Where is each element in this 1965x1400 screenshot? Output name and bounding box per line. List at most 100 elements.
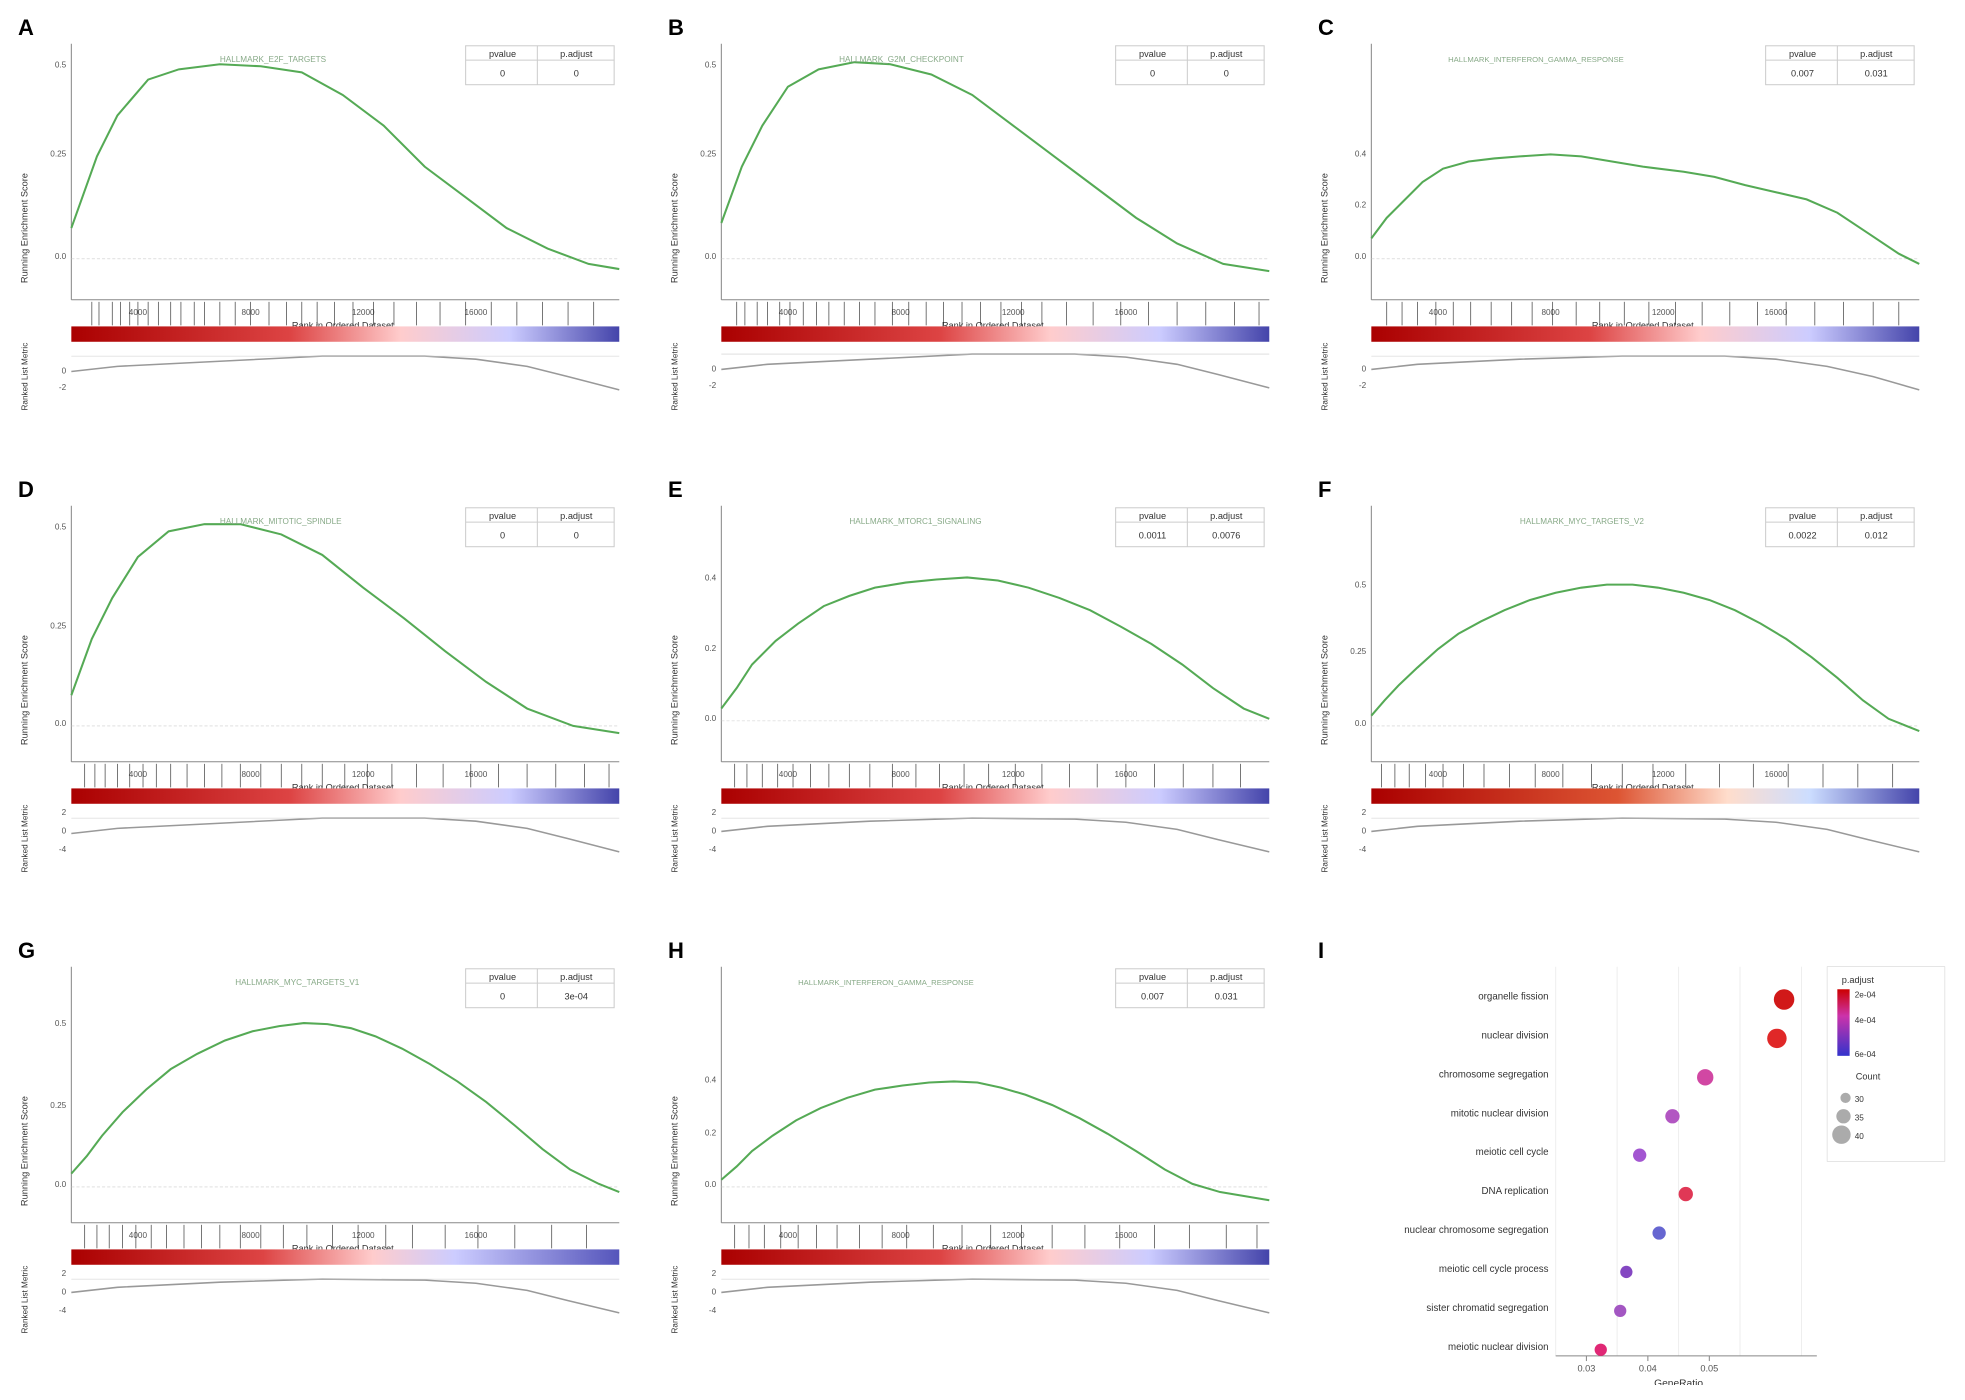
- panel-C: C Running Enrichment Score 4000 8000 120…: [1310, 10, 1955, 467]
- svg-text:0.0: 0.0: [705, 1180, 717, 1189]
- svg-text:Running Enrichment Score: Running Enrichment Score: [669, 635, 679, 745]
- svg-text:-4: -4: [59, 1306, 67, 1315]
- svg-text:Running Enrichment Score: Running Enrichment Score: [1319, 635, 1329, 745]
- svg-text:0: 0: [1362, 364, 1367, 373]
- svg-text:pvalue: pvalue: [1139, 49, 1166, 59]
- svg-text:0.007: 0.007: [1791, 69, 1814, 79]
- svg-text:p.adjust: p.adjust: [1210, 972, 1243, 982]
- panel-D: D Running Enrichment Score 4000 8000 120…: [10, 472, 655, 929]
- svg-text:p.adjust: p.adjust: [560, 972, 593, 982]
- svg-text:Running Enrichment Score: Running Enrichment Score: [669, 173, 679, 283]
- svg-text:2: 2: [712, 808, 717, 817]
- svg-text:0.0: 0.0: [55, 1180, 67, 1189]
- svg-text:0.2: 0.2: [1355, 201, 1367, 210]
- svg-text:4000: 4000: [1429, 308, 1448, 317]
- svg-text:Running Enrichment Score: Running Enrichment Score: [669, 1096, 679, 1206]
- svg-text:12000: 12000: [1002, 770, 1025, 779]
- panel-label-F: F: [1318, 477, 1331, 503]
- svg-text:0.0: 0.0: [705, 713, 717, 722]
- svg-text:6e-04: 6e-04: [1855, 1050, 1876, 1059]
- svg-text:Running Enrichment Score: Running Enrichment Score: [19, 635, 29, 745]
- svg-text:0: 0: [62, 367, 67, 376]
- svg-text:4e-04: 4e-04: [1855, 1016, 1876, 1025]
- svg-text:mitotic nuclear division: mitotic nuclear division: [1451, 1109, 1549, 1120]
- svg-text:40: 40: [1855, 1132, 1865, 1141]
- svg-text:pvalue: pvalue: [489, 972, 516, 982]
- svg-text:12000: 12000: [352, 770, 375, 779]
- svg-text:0: 0: [1150, 69, 1155, 79]
- svg-text:0.2: 0.2: [705, 644, 717, 653]
- svg-text:0: 0: [574, 530, 579, 540]
- svg-text:0.031: 0.031: [1865, 69, 1888, 79]
- svg-text:0.0: 0.0: [1355, 252, 1367, 261]
- svg-text:p.adjust: p.adjust: [560, 511, 593, 521]
- svg-text:0.25: 0.25: [50, 621, 66, 630]
- svg-text:-2: -2: [709, 381, 717, 390]
- svg-text:2: 2: [712, 1269, 717, 1278]
- svg-text:HALLMARK_MITOTIC_SPINDLE: HALLMARK_MITOTIC_SPINDLE: [220, 517, 342, 526]
- svg-text:pvalue: pvalue: [489, 511, 516, 521]
- svg-text:Running Enrichment Score: Running Enrichment Score: [19, 1096, 29, 1206]
- svg-text:8000: 8000: [891, 308, 910, 317]
- svg-text:-2: -2: [59, 383, 67, 392]
- svg-text:12000: 12000: [352, 1231, 375, 1240]
- panel-G: G Running Enrichment Score 4000 8000 120…: [10, 933, 655, 1390]
- svg-text:0.4: 0.4: [705, 1076, 717, 1085]
- panel-label-G: G: [18, 938, 35, 964]
- panel-label-D: D: [18, 477, 34, 503]
- svg-text:Running Enrichment Score: Running Enrichment Score: [19, 173, 29, 283]
- svg-text:p.adjust: p.adjust: [560, 49, 593, 59]
- svg-text:16000: 16000: [1764, 770, 1787, 779]
- svg-text:meiotic cell cycle: meiotic cell cycle: [1476, 1148, 1549, 1159]
- svg-text:0: 0: [712, 364, 717, 373]
- svg-text:4000: 4000: [779, 770, 798, 779]
- svg-text:pvalue: pvalue: [1789, 511, 1816, 521]
- svg-text:Ranked List Metric: Ranked List Metric: [20, 343, 29, 411]
- svg-text:0.0: 0.0: [705, 252, 717, 261]
- svg-text:0.012: 0.012: [1865, 530, 1888, 540]
- svg-text:0.04: 0.04: [1639, 1364, 1657, 1374]
- panel-label-B: B: [668, 15, 684, 41]
- svg-text:0: 0: [500, 530, 505, 540]
- svg-text:Ranked List Metric: Ranked List Metric: [20, 1266, 29, 1334]
- svg-text:GeneRatio: GeneRatio: [1654, 1379, 1703, 1385]
- svg-text:8000: 8000: [891, 1231, 910, 1240]
- svg-text:35: 35: [1855, 1114, 1865, 1123]
- svg-text:0.0022: 0.0022: [1788, 530, 1816, 540]
- svg-text:-4: -4: [709, 1306, 717, 1315]
- svg-text:-2: -2: [1359, 381, 1367, 390]
- svg-text:chromosome segregation: chromosome segregation: [1439, 1070, 1549, 1081]
- svg-text:meiotic cell cycle process: meiotic cell cycle process: [1439, 1264, 1549, 1275]
- svg-text:0.007: 0.007: [1141, 992, 1164, 1002]
- svg-text:0.0076: 0.0076: [1212, 530, 1240, 540]
- svg-text:0: 0: [62, 1288, 67, 1297]
- svg-text:DNA replication: DNA replication: [1482, 1186, 1549, 1197]
- svg-text:0: 0: [62, 826, 67, 835]
- svg-text:0: 0: [712, 1288, 717, 1297]
- svg-text:16000: 16000: [464, 1231, 487, 1240]
- svg-text:0: 0: [500, 69, 505, 79]
- svg-text:0.0011: 0.0011: [1139, 530, 1166, 540]
- svg-text:pvalue: pvalue: [1139, 511, 1166, 521]
- svg-text:p.adjust: p.adjust: [1842, 975, 1875, 985]
- svg-text:Count: Count: [1856, 1072, 1881, 1082]
- svg-text:0.25: 0.25: [50, 149, 66, 158]
- svg-text:pvalue: pvalue: [1789, 49, 1816, 59]
- svg-text:-4: -4: [59, 845, 67, 854]
- main-grid: A Running Enrichment Score 4000 8000 120…: [0, 0, 1965, 1400]
- svg-text:0: 0: [1362, 826, 1367, 835]
- svg-text:0.25: 0.25: [50, 1101, 66, 1110]
- svg-text:Ranked List Metric: Ranked List Metric: [20, 804, 29, 872]
- panel-label-I: I: [1318, 938, 1324, 964]
- panel-label-E: E: [668, 477, 683, 503]
- svg-text:-4: -4: [1359, 845, 1367, 854]
- svg-text:0: 0: [500, 992, 505, 1002]
- svg-text:2e-04: 2e-04: [1855, 991, 1876, 1000]
- svg-text:pvalue: pvalue: [489, 49, 516, 59]
- svg-text:12000: 12000: [352, 308, 375, 317]
- svg-text:0.4: 0.4: [705, 573, 717, 582]
- svg-text:meiotic nuclear division: meiotic nuclear division: [1448, 1342, 1548, 1353]
- svg-text:4000: 4000: [779, 1231, 798, 1240]
- svg-text:Ranked List Metric: Ranked List Metric: [670, 343, 679, 411]
- svg-text:HALLMARK_MTORC1_SIGNALING: HALLMARK_MTORC1_SIGNALING: [849, 517, 981, 526]
